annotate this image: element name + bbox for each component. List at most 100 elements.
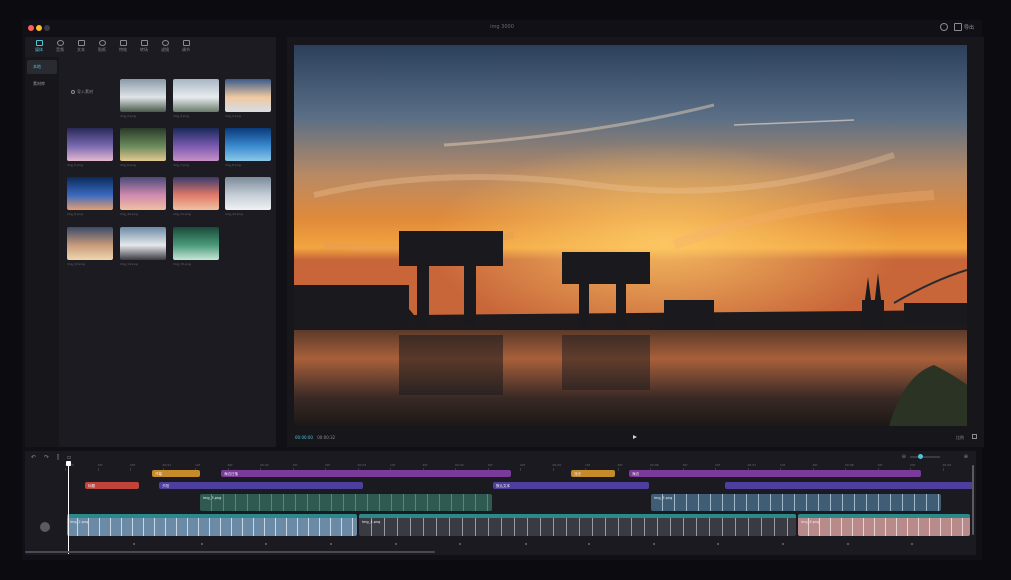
media-thumbnail-label: img_13.png [67, 262, 85, 266]
current-time: 00:00:00 [295, 435, 313, 440]
ruler-tick-label: 20f [422, 463, 428, 467]
undo-icon[interactable]: ↶ [31, 454, 36, 462]
sidenav-item-library[interactable]: 素材库 [27, 77, 57, 91]
ruler-tick [520, 468, 521, 471]
ruler-tick-label: 10f [682, 463, 688, 467]
split-icon[interactable]: ⫿ [57, 454, 59, 462]
preview-video[interactable] [294, 45, 967, 426]
media-thumbnail[interactable] [120, 79, 166, 112]
media-thumbnail-label: img_2.png [120, 114, 136, 118]
media-thumbnail-label: img_8.png [225, 163, 241, 167]
playhead[interactable] [68, 462, 69, 554]
tab-sticker[interactable]: 贴纸 [92, 37, 112, 55]
ruler-tick-label: 10f [195, 463, 200, 467]
tab-filter[interactable]: 滤镜 [155, 37, 175, 55]
title-bar: img 3000 导出 [22, 20, 982, 36]
ruler-tick-label: 10f [292, 463, 298, 467]
marker [847, 543, 849, 545]
media-thumbnail[interactable] [120, 177, 166, 210]
media-panel: 媒体 音频 文本 贴纸 特效 转场 滤镜 调节 本地 素材库 导入素材 img_… [25, 37, 276, 447]
app-window: img 3000 导出 媒体 音频 文本 贴纸 特效 转场 滤镜 调节 本地 素… [22, 20, 984, 560]
ruler-tick-label: 00:07 [747, 463, 757, 467]
timeline-clip[interactable] [725, 482, 973, 489]
media-thumbnail[interactable] [173, 227, 219, 260]
main-track-icon[interactable] [40, 522, 50, 532]
ruler-tick-label: 10f [487, 463, 493, 467]
sidenav-item-local[interactable]: 本地 [27, 60, 57, 74]
export-button[interactable]: 导出 [953, 23, 974, 31]
media-thumbnail[interactable] [225, 128, 271, 161]
marker [330, 543, 332, 545]
media-thumbnail[interactable] [120, 128, 166, 161]
import-button[interactable]: 导入素材 [71, 89, 93, 95]
media-thumbnail[interactable] [173, 177, 219, 210]
ratio-button[interactable]: 比例 [956, 435, 964, 441]
timecode: 00:00:00 00:00:32 [295, 435, 335, 440]
history-icon[interactable] [939, 23, 948, 31]
marker [653, 543, 655, 545]
ruler-tick [97, 468, 99, 471]
media-thumbnail[interactable] [173, 128, 219, 161]
timeline-clip[interactable]: img_4.png [359, 514, 796, 536]
marker [133, 543, 135, 545]
ruler-tick-label: 00:05 [552, 463, 562, 467]
marker [782, 543, 784, 545]
media-thumbnail-label: img_9.png [67, 212, 83, 216]
tab-adjust[interactable]: 调节 [176, 37, 196, 55]
horizontal-scrollbar[interactable] [25, 551, 435, 553]
import-label: 导入素材 [77, 89, 93, 94]
zoom-slider[interactable] [909, 454, 940, 459]
tab-text[interactable]: 文本 [71, 37, 91, 55]
media-thumbnail-label: img_5.png [67, 163, 83, 167]
vertical-scrollbar[interactable] [972, 465, 974, 535]
tab-label: 媒体 [35, 46, 43, 52]
marker [395, 543, 397, 545]
ruler-tick-label: 10f [585, 463, 590, 467]
media-thumbnail[interactable] [67, 177, 113, 210]
timeline-clip[interactable]: 海边 [629, 470, 921, 477]
zoom-out-icon[interactable]: ⊖ [902, 454, 906, 460]
transition-icon [140, 39, 148, 46]
ruler-tick [942, 468, 944, 471]
tab-audio[interactable]: 音频 [50, 37, 70, 55]
play-button[interactable] [633, 435, 637, 439]
zoom-in-icon[interactable]: ⊕ [964, 454, 968, 460]
ruler-tick-label: 20f [520, 463, 525, 467]
media-thumbnail[interactable] [225, 177, 271, 210]
timeline-clip[interactable]: img_2.png [67, 514, 357, 536]
timeline-clip[interactable]: img_6.png [798, 514, 970, 536]
preview-panel: 00:00:00 00:00:32 比例 [287, 37, 984, 447]
ruler-tick-label: 00:03 [357, 463, 367, 467]
media-thumbnail-label: img_14.png [120, 262, 138, 266]
timeline-clip[interactable]: 流光 [571, 470, 615, 477]
media-thumbnail[interactable] [173, 79, 219, 112]
timeline-clip[interactable]: 海边日落 [221, 470, 511, 477]
timeline-clip[interactable]: 标题 [85, 482, 139, 489]
export-icon [953, 23, 962, 31]
sticker-icon [98, 39, 106, 46]
redo-icon[interactable]: ↷ [44, 454, 49, 462]
media-thumbnail-label: img_10.png [120, 212, 138, 216]
tab-effects[interactable]: 特效 [113, 37, 133, 55]
timeline-clip[interactable]: img_3.png [200, 494, 492, 511]
media-thumbnail[interactable] [225, 79, 271, 112]
timeline-clip[interactable]: 开幕 [152, 470, 200, 477]
fullscreen-icon[interactable] [972, 434, 977, 439]
tab-media[interactable]: 媒体 [29, 37, 49, 55]
timeline-clip[interactable]: img_5.png [651, 494, 941, 511]
media-thumbnail[interactable] [120, 227, 166, 260]
tab-transition[interactable]: 转场 [134, 37, 154, 55]
sunset-cityscape-image [294, 45, 967, 426]
media-thumbnail-label: img_11.png [173, 212, 191, 216]
timeline-clip[interactable]: 夕阳 [159, 482, 363, 489]
ruler-tick [552, 468, 554, 471]
media-thumbnail[interactable] [67, 227, 113, 260]
export-label: 导出 [963, 24, 974, 31]
zoom-slider-knob[interactable] [917, 454, 923, 459]
adjust-icon [182, 39, 190, 46]
ruler-tick-label: 20f [910, 463, 915, 467]
marker [911, 543, 913, 545]
media-thumbnail[interactable] [67, 128, 113, 161]
timeline-clip[interactable]: 默认文本 [493, 482, 649, 489]
media-thumbnail-label: img_4.png [225, 114, 241, 118]
